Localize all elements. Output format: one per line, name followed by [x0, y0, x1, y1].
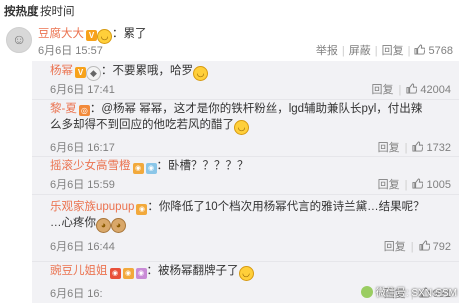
laugh-emoji-icon: ◡: [238, 266, 254, 281]
reply-actions: 回复 | 792: [383, 240, 451, 253]
block-button[interactable]: 屏蔽: [349, 45, 371, 57]
smile-emoji-icon: ◡: [193, 66, 208, 81]
reply-button[interactable]: 回复: [382, 45, 404, 57]
reply-text: ：卧槽？？？？？: [156, 160, 249, 172]
timestamp: 6月6日 17:41: [50, 84, 115, 96]
reply-button[interactable]: 回复: [378, 179, 400, 191]
username[interactable]: 乐观家族upupup: [50, 201, 134, 213]
username[interactable]: 摇滚少女高雪橙: [50, 160, 131, 172]
reply-button[interactable]: 回复: [371, 84, 393, 96]
like-icon[interactable]: [406, 83, 418, 94]
reply-item: 杨幂 V ◆ ：不要累哦，哈罗 ◡ 6月6日 17:41 回复 | 42004: [32, 61, 459, 100]
timestamp: 6月6日 15:57: [38, 45, 103, 57]
like-icon[interactable]: [412, 178, 424, 189]
comment-text: ：累了: [112, 28, 147, 40]
reply-button[interactable]: 回复: [384, 241, 406, 253]
reply-item: 黎-夏 ◎ ：@杨幂 幂幂，这才是你的铁杆粉丝，lgd辅助兼队长pyl，付出辣 么多…: [32, 99, 459, 157]
username[interactable]: 黎-夏: [50, 103, 77, 115]
level-badge: ◎: [78, 105, 90, 116]
reply-line: 豌豆儿姐姐 ◉ ◉ ◉ ：被杨幂翻牌子了 ◡: [50, 263, 254, 281]
comment-actions: 举报 | 屏蔽 | 回复 | 5768: [315, 44, 453, 57]
reply-text: ：被杨幂翻牌子了: [146, 265, 239, 277]
reply-button[interactable]: 回复: [378, 142, 400, 154]
reply-actions: 回复 | 42004: [371, 83, 451, 96]
reply-text: ：不要累哦，哈罗: [101, 65, 193, 77]
watermark: 微信号: SXN-SSM: [360, 284, 457, 300]
fan-badge: ◉: [135, 268, 147, 279]
sort-by-time[interactable]: 按时间: [40, 3, 75, 19]
like-icon[interactable]: [414, 44, 426, 55]
reply-line: 黎-夏 ◎ ：@杨幂 幂幂，这才是你的铁杆粉丝，lgd辅助兼队长pyl，付出辣 么多…: [50, 101, 455, 135]
verified-badge: V: [86, 30, 97, 41]
timestamp: 6月6日 16:: [50, 288, 103, 300]
avatar-icon: ☺: [12, 31, 27, 47]
watermark-text: 微信号: SXN-SSM: [375, 288, 457, 299]
like-icon[interactable]: [419, 240, 430, 251]
reply-text-line1: ：你降低了10个档次用杨幂代言的雅诗兰黛…结果呢？: [147, 201, 425, 213]
reply-actions: 回复 | 1732: [377, 141, 451, 154]
like-count: 792: [432, 241, 451, 253]
reply-text-line2: 么多却得不到回应的他吃若风的醋了: [50, 119, 234, 131]
timestamp: 6月6日 15:59: [50, 179, 115, 191]
reply-line: 摇滚少女高雪橙 ◉ ◉ ：卧槽？？？？？: [50, 158, 249, 174]
doge-emoji-icon: ◕: [96, 218, 111, 233]
like-icon[interactable]: [412, 141, 424, 152]
like-count: 5768: [428, 45, 453, 57]
reply-line: 乐观家族upupup ◉ ：你降低了10个档次用杨幂代言的雅诗兰黛…结果呢？ …心疼…: [50, 199, 455, 233]
laugh-emoji-icon: ◡: [234, 120, 249, 135]
reply-actions: 回复 | 1005: [377, 178, 451, 191]
level-badge: ◉: [109, 268, 121, 279]
member-icon: ◆: [86, 66, 101, 81]
reply-item: 乐观家族upupup ◉ ：你降低了10个档次用杨幂代言的雅诗兰黛…结果呢？ …心疼…: [32, 194, 459, 262]
username[interactable]: 豌豆儿姐姐: [50, 265, 108, 277]
doge-emoji-icon: ◕: [111, 218, 126, 233]
reply-text-line1: ：@杨幂 幂幂，这才是你的铁杆粉丝，lgd辅助兼队长pyl，付出辣: [89, 103, 423, 115]
wechat-icon: [360, 286, 373, 298]
level-badge: ◉: [132, 163, 144, 174]
verified-badge: V: [75, 67, 86, 78]
reply-text-line2: …心疼你: [50, 217, 96, 229]
avatar[interactable]: ☺: [6, 27, 32, 53]
reply-list: 杨幂 V ◆ ：不要累哦，哈罗 ◡ 6月6日 17:41 回复 | 42004 黎-夏 ◎：…: [32, 61, 459, 303]
like-count: 1005: [426, 179, 451, 191]
reply-item: 摇滚少女高雪橙 ◉ ◉ ：卧槽？？？？？ 6月6日 15:59 回复 | 1005: [32, 156, 459, 195]
reply-line: 杨幂 V ◆ ：不要累哦，哈罗 ◡: [50, 63, 208, 81]
main-comment: ☺ 豆腐大大 V ◡ ：累了 6月6日 15:57 举报 | 屏蔽 | 回复 | 5768: [0, 22, 459, 66]
level-badge: ◉: [136, 204, 148, 215]
vip-badge: ◉: [145, 163, 157, 174]
username[interactable]: 杨幂: [50, 65, 73, 77]
like-count: 1732: [426, 142, 451, 154]
username[interactable]: 豆腐大大: [38, 28, 84, 40]
timestamp: 6月6日 16:44: [50, 241, 115, 253]
like-count: 42004: [420, 84, 451, 96]
vip-badge: ◉: [122, 268, 134, 279]
sort-divider: |: [32, 3, 35, 15]
report-button[interactable]: 举报: [316, 45, 338, 57]
sort-bar: 按热度 | 按时间: [0, 0, 459, 23]
timestamp: 6月6日 16:17: [50, 142, 115, 154]
